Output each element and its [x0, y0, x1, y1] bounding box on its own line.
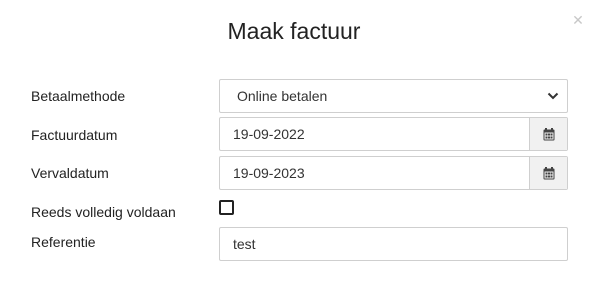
reference-input[interactable]: test: [219, 227, 568, 261]
payment-method-select[interactable]: Online betalen: [219, 79, 568, 113]
invoice-date-field[interactable]: 19-09-2022: [219, 117, 568, 151]
due-date-label: Vervaldatum: [31, 165, 109, 181]
reference-label: Referentie: [31, 234, 96, 250]
invoice-date-calendar-button[interactable]: [529, 118, 567, 150]
fully-paid-checkbox[interactable]: [219, 200, 234, 215]
due-date-calendar-button[interactable]: [529, 157, 567, 189]
chevron-down-icon: [547, 92, 559, 100]
close-icon[interactable]: ✕: [571, 12, 585, 28]
create-invoice-dialog: Maak factuur ✕ Betaalmethode Online beta…: [0, 0, 598, 285]
fully-paid-label: Reeds volledig voldaan: [31, 204, 176, 220]
due-date-field[interactable]: 19-09-2023: [219, 156, 568, 190]
due-date-value: 19-09-2023: [233, 165, 305, 181]
invoice-date-label: Factuurdatum: [31, 127, 118, 143]
calendar-icon: [543, 127, 554, 140]
dialog-title: Maak factuur: [227, 18, 361, 44]
payment-method-value: Online betalen: [237, 88, 328, 104]
payment-method-label: Betaalmethode: [31, 88, 126, 104]
calendar-icon: [543, 166, 554, 179]
invoice-date-value: 19-09-2022: [233, 126, 305, 142]
reference-value: test: [233, 236, 256, 252]
